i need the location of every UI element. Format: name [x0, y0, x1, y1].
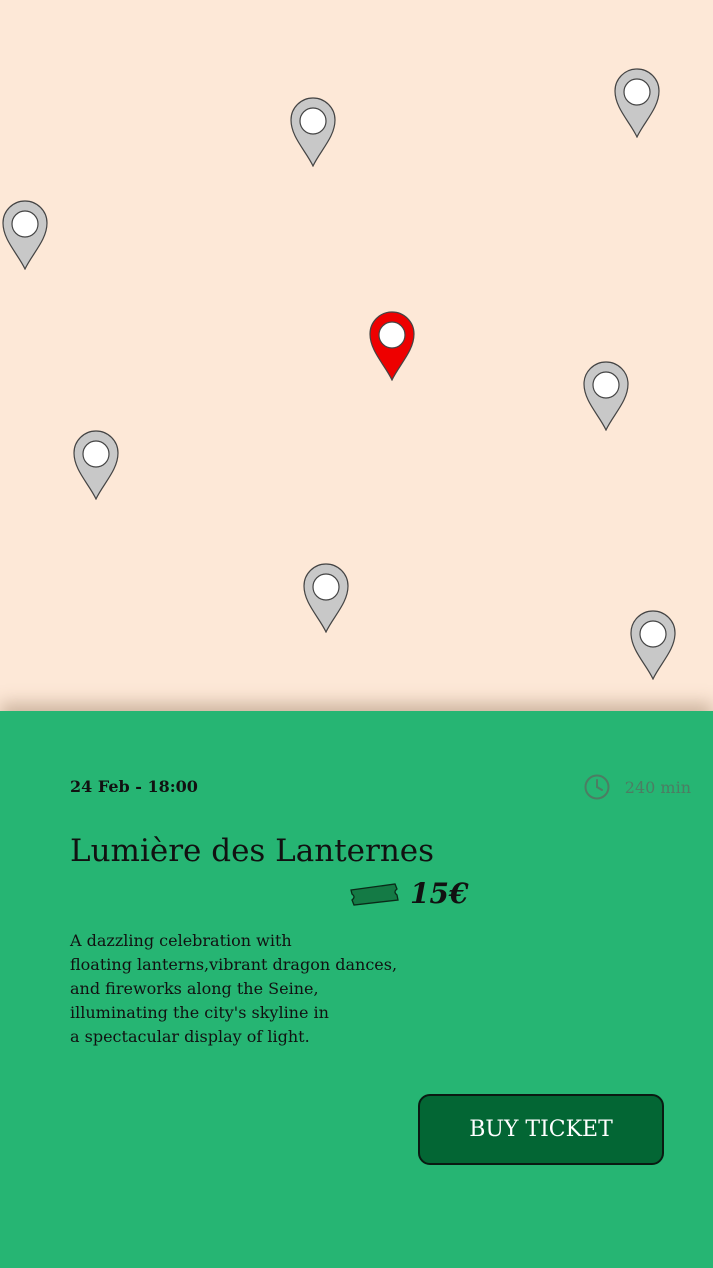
- event-detail-sheet: 24 Feb - 18:00 240 min Lumière des Lante…: [0, 711, 713, 1268]
- description-line: illuminating the city's skyline in: [70, 1003, 329, 1022]
- event-duration: 240 min: [583, 773, 691, 801]
- event-price: 15€: [410, 877, 469, 910]
- description-line: A dazzling celebration with: [70, 931, 292, 950]
- map-pin-3[interactable]: [1, 198, 49, 270]
- buy-ticket-button[interactable]: BUY TICKET: [418, 1094, 664, 1165]
- map-view[interactable]: [0, 0, 713, 712]
- map-pin-1[interactable]: [289, 95, 337, 167]
- map-pin-5[interactable]: [582, 359, 630, 431]
- event-description: A dazzling celebration with floating lan…: [70, 929, 460, 1049]
- map-pin-6[interactable]: [72, 428, 120, 500]
- map-pin-4[interactable]: [368, 309, 416, 381]
- event-title: Lumière des Lanternes: [70, 833, 435, 869]
- price-row: 15€: [348, 877, 468, 910]
- description-line: a spectacular display of light.: [70, 1027, 310, 1046]
- event-date: 24 Feb - 18:00: [70, 777, 198, 796]
- map-pin-2[interactable]: [613, 66, 661, 138]
- description-line: and fireworks along the Seine,: [70, 979, 319, 998]
- clock-icon: [584, 774, 610, 800]
- map-pin-7[interactable]: [302, 561, 350, 633]
- duration-text: 240 min: [624, 777, 691, 797]
- map-pin-8[interactable]: [629, 608, 677, 680]
- description-line: floating lanterns,vibrant dragon dances,: [70, 955, 398, 974]
- ticket-icon: [350, 882, 399, 906]
